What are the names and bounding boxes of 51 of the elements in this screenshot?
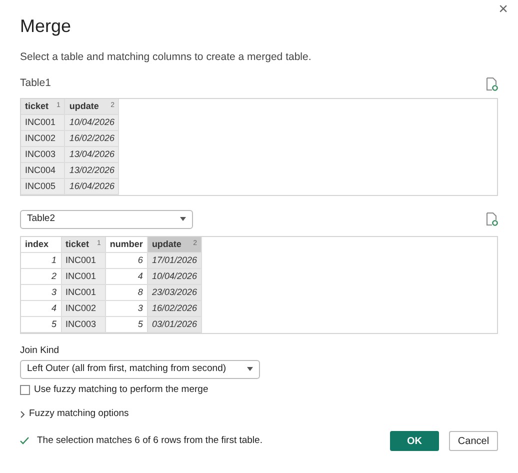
check-icon [20, 437, 29, 446]
table-cell: 4 [105, 268, 148, 284]
table-cell: 4 [21, 300, 61, 316]
table-cell: 8 [105, 284, 148, 300]
table-cell: INC002 [61, 300, 106, 316]
table-cell: 16/02/2026 [147, 300, 202, 316]
table-cell: 3 [21, 284, 61, 300]
table-cell: 13/02/2026 [64, 162, 119, 178]
table-cell: 10/04/2026 [147, 268, 202, 284]
table-cell: INC005 [21, 178, 65, 194]
ok-button[interactable]: OK [390, 431, 439, 452]
join-kind-label: Join Kind [20, 344, 60, 358]
document-refresh-icon[interactable] [486, 76, 498, 91]
table-cell: INC001 [61, 284, 106, 300]
table-cell: 03/01/2026 [147, 316, 202, 332]
document-refresh-icon[interactable] [486, 212, 498, 226]
table-cell: 13/04/2026 [64, 146, 119, 162]
table-cell: INC001 [21, 114, 65, 130]
column-header[interactable]: number [105, 236, 148, 252]
table-cell: 17/01/2026 [147, 252, 202, 268]
table-cell: 16/02/2026 [64, 130, 119, 146]
table-cell: 6 [105, 252, 148, 268]
table-cell: INC002 [21, 130, 65, 146]
checkbox[interactable] [20, 384, 30, 395]
chevron-icon[interactable] [20, 410, 25, 418]
dialog-title: Merge [20, 15, 72, 38]
table-cell: 23/03/2026 [147, 284, 202, 300]
table-cell: 5 [105, 316, 148, 332]
table-cell: 1 [21, 252, 61, 268]
checkbox-label: Use fuzzy matching to perform the merge [34, 382, 208, 397]
join-kind-dropdown[interactable]: Left Outer (all from first, matching from second) [20, 360, 260, 379]
table-cell: INC003 [61, 316, 106, 332]
table-cell: 16/04/2026 [64, 178, 119, 194]
table-cell: 2 [21, 268, 61, 284]
caret-icon [180, 217, 186, 221]
table-cell: INC003 [21, 146, 65, 162]
fuzzy-options-toggle[interactable]: Fuzzy matching options [29, 407, 129, 422]
description: Select a table and matching columns to create a merged table. [20, 50, 312, 65]
close-button[interactable]: × [498, 2, 508, 18]
column-header[interactable]: index [21, 236, 61, 252]
table-cell: 5 [21, 316, 61, 332]
status-message: The selection matches 6 of 6 rows from the first table. [37, 434, 262, 448]
table-cell: 3 [105, 300, 148, 316]
caret-icon [247, 367, 253, 372]
table-cell: 10/04/2026 [64, 114, 119, 130]
table-label: Table1 [20, 76, 51, 91]
table-dropdown[interactable]: Table2 [20, 210, 193, 228]
table-cell: INC001 [61, 268, 106, 284]
cancel-button[interactable]: Cancel [449, 431, 498, 452]
table-cell: INC001 [61, 252, 106, 268]
table-cell: INC004 [21, 162, 65, 178]
